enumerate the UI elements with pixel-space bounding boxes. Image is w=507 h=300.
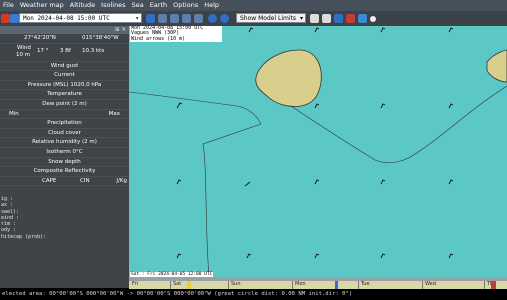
map-info-box: Mon 2024-04-08 15:00 UTC Vagues NWW (30P…	[130, 26, 222, 43]
route-icon[interactable]	[346, 14, 355, 23]
boundary-line	[129, 91, 262, 125]
wind-row: Wind 10 m 17 ° 3 Bf 10.3 kts	[0, 44, 129, 62]
panel-sea-data: ig : ax : swel): eind : rim : ody : hite…	[0, 196, 130, 240]
zoom-out-icon[interactable]	[322, 14, 331, 23]
map-info-line: Wind arrows (10 m)	[131, 35, 186, 42]
selected-time-marker[interactable]	[335, 281, 338, 289]
data-panel: ⊞ ✕ 27°42'20"N 015°38'40"W Wind 10 m 17 …	[0, 26, 129, 288]
menu-bar: File Weather map Altitude Isolines Sea Earth O…	[0, 0, 507, 11]
min-max-row: Min Max	[0, 110, 129, 120]
step-forward-icon[interactable]	[194, 14, 203, 23]
panel-header: ⊞ ✕	[0, 26, 129, 34]
step-forward-small-icon[interactable]	[182, 14, 191, 23]
longitude: 015°38'40"W	[82, 35, 119, 41]
day-label: Mon	[295, 281, 306, 287]
zoom-in-icon[interactable]	[310, 14, 319, 23]
island-land-east	[486, 49, 507, 83]
coordinates-row: 27°42'20"N 015°38'40"W	[0, 34, 129, 44]
model-limits-select[interactable]: Show Model Limits ▾	[236, 13, 306, 23]
chevron-down-icon: ▾	[299, 15, 303, 22]
next-icon[interactable]	[220, 14, 229, 23]
step-back-icon[interactable]	[158, 14, 167, 23]
humidity-row: Relative humidity (2 m)	[0, 138, 129, 148]
precipitation-row: Precipitation	[0, 119, 129, 129]
current-row: Current	[0, 71, 129, 81]
menu-sea[interactable]: Sea	[129, 0, 147, 10]
wind-knots: 10.3 kts	[82, 47, 105, 54]
current-time-marker[interactable]	[187, 281, 191, 289]
wind-gust-row: Wind gust	[0, 62, 129, 72]
temperature-row: Temperature	[0, 90, 129, 100]
jkg-label: J/Kg	[116, 177, 127, 184]
menu-isolines[interactable]: Isolines	[98, 0, 128, 10]
timeline-tick	[228, 281, 229, 289]
latitude: 27°42'20"N	[24, 35, 56, 41]
dew-point-row: Dew point (2 m)	[0, 100, 129, 110]
day-label: Sun	[231, 281, 241, 287]
timeline-tick	[358, 281, 359, 289]
day-label: Wed	[425, 281, 436, 287]
snow-depth-row: Snow depth	[0, 158, 129, 168]
status-bar: elected area: 00°00'00"S 000°00'00"W -> …	[0, 289, 507, 300]
model-limits-value: Show Model Limits	[240, 15, 297, 22]
menu-file[interactable]: File	[0, 0, 17, 10]
step-back-small-icon[interactable]	[170, 14, 179, 23]
timeline-tick	[422, 281, 423, 289]
sea-line: hitecap (prob):	[1, 233, 47, 240]
reflectivity-row: Composite Reflectivity	[0, 167, 129, 177]
refresh-icon[interactable]	[10, 14, 19, 23]
menu-altitude[interactable]: Altitude	[67, 0, 98, 10]
chevron-down-icon: ▾	[135, 15, 139, 22]
date-value: Mon 2024-04-08 15:00 UTC	[23, 15, 110, 22]
timeline[interactable]: Fri Sat Sun Mon Tue Wed Thu	[129, 277, 507, 289]
stop-icon[interactable]	[1, 14, 10, 23]
timeline-tick	[170, 281, 171, 289]
wind-label: Wind	[17, 44, 31, 51]
island-land	[255, 49, 322, 107]
toolbar: Mon 2024-04-08 15:00 UTC ▾ Show Model Li…	[0, 11, 507, 27]
day-label: Sat	[173, 281, 182, 287]
wind-direction: 17 °	[37, 47, 49, 54]
panel-close-icon[interactable]: ⊞ ✕	[115, 26, 126, 34]
min-label: Min	[9, 110, 19, 117]
date-selector[interactable]: Mon 2024-04-08 15:00 UTC ▾	[19, 13, 142, 23]
wind-height: 10 m	[16, 51, 31, 58]
play-icon[interactable]	[208, 14, 217, 23]
timeline-tick	[484, 281, 485, 289]
marker-icon[interactable]	[370, 16, 376, 22]
pressure-row: Pressure (MSL) 1020.0 hPa	[0, 81, 129, 91]
wind-beaufort: 3 Bf	[60, 47, 71, 54]
end-time-marker[interactable]	[491, 281, 496, 289]
cursor-icon[interactable]	[358, 14, 367, 23]
weather-map[interactable]: Mon 2024-04-08 15:00 UTC Vagues NWW (30P…	[129, 26, 507, 277]
prev-step-icon[interactable]	[146, 14, 155, 23]
cloud-cover-row: Cloud cover	[0, 129, 129, 139]
isotherm-row: Isotherm 0°C	[0, 148, 129, 158]
day-label: Tue	[361, 281, 370, 287]
timeline-tick	[292, 281, 293, 289]
cape-cin-row: CAPE CIN J/Kg	[0, 177, 129, 187]
zoom-fit-icon[interactable]	[334, 14, 343, 23]
menu-help[interactable]: Help	[201, 0, 222, 10]
day-label: Fri	[132, 281, 138, 287]
cape-label: CAPE	[42, 177, 57, 184]
max-label: Max	[108, 110, 120, 117]
timeline-band	[129, 281, 507, 289]
map-canvas	[129, 27, 507, 277]
cin-label: CIN	[80, 177, 90, 184]
menu-weather-map[interactable]: Weather map	[17, 0, 67, 10]
boundary-line	[290, 85, 507, 163]
boundary-line	[202, 123, 262, 277]
menu-earth[interactable]: Earth	[147, 0, 170, 10]
menu-options[interactable]: Options	[170, 0, 201, 10]
